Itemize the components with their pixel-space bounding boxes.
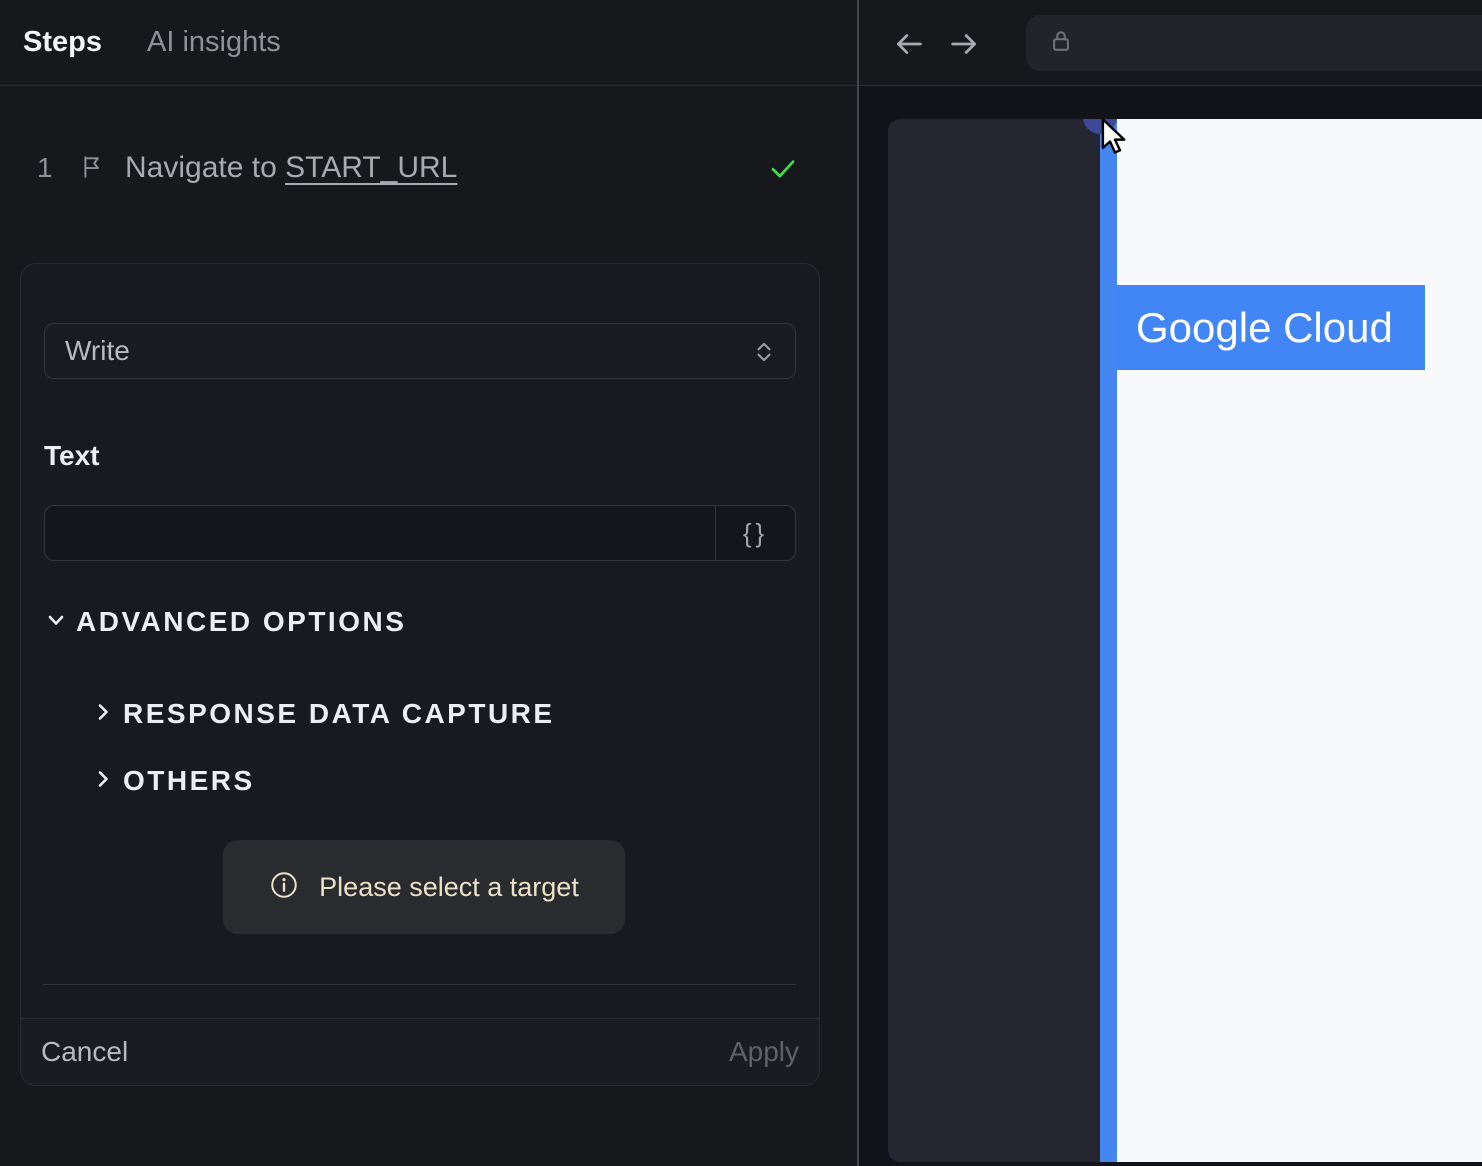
check-icon [768, 153, 798, 188]
chevron-right-icon [91, 767, 115, 796]
command-select[interactable]: Write [44, 323, 796, 379]
step-label: Navigate to START_URL [125, 151, 458, 184]
page-highlight-strip [1100, 119, 1117, 1162]
advanced-options-label: ADVANCED OPTIONS [76, 606, 407, 637]
advanced-options-toggle[interactable]: ADVANCED OPTIONS [44, 605, 406, 639]
apply-button[interactable]: Apply [729, 1036, 799, 1068]
google-cloud-link[interactable]: Google Cloud [1117, 285, 1425, 370]
tab-ai-insights[interactable]: AI insights [147, 26, 281, 59]
text-input[interactable] [44, 505, 716, 561]
chevron-down-icon [44, 608, 68, 637]
panel-divider [857, 0, 859, 1166]
others-toggle[interactable]: OTHERS [91, 764, 255, 798]
google-cloud-label: Google Cloud [1136, 303, 1393, 351]
arrow-right-icon[interactable] [947, 27, 981, 66]
response-data-capture-toggle[interactable]: RESPONSE DATA CAPTURE [91, 697, 555, 731]
cancel-button[interactable]: Cancel [41, 1036, 128, 1068]
select-target-hint: Please select a target [223, 840, 625, 934]
tab-steps[interactable]: Steps [23, 26, 102, 59]
response-data-capture-label: RESPONSE DATA CAPTURE [123, 698, 555, 729]
step-number: 1 [37, 152, 53, 183]
select-target-hint-text: Please select a target [319, 871, 579, 902]
step-row[interactable]: 1 Navigate to START_URL [0, 145, 858, 191]
flag-icon [80, 154, 106, 185]
text-input-group: {} [44, 505, 796, 561]
page-content-area [1117, 119, 1482, 1162]
command-select-value: Write [65, 335, 130, 366]
footer-divider [43, 984, 796, 985]
browser-panel: Google Cloud [858, 0, 1482, 1166]
chevrons-up-down-icon [751, 339, 777, 370]
left-tab-bar: Steps AI insights [0, 0, 858, 86]
info-icon [269, 870, 299, 905]
address-bar[interactable] [1026, 15, 1482, 71]
step-target-link: START_URL [285, 151, 458, 184]
editor-footer: Cancel Apply [21, 1018, 819, 1085]
chevron-right-icon [91, 700, 115, 729]
browser-toolbar [858, 0, 1482, 86]
text-field-label: Text [44, 440, 100, 471]
lock-icon [1046, 26, 1076, 61]
others-label: OTHERS [123, 765, 255, 796]
page-preview: Google Cloud [888, 119, 1482, 1162]
arrow-left-icon[interactable] [892, 27, 926, 66]
app-window: Steps AI insights 1 Navigate to START_UR… [0, 0, 1482, 1166]
insert-variable-button[interactable]: {} [716, 505, 796, 561]
steps-panel: Steps AI insights 1 Navigate to START_UR… [0, 0, 858, 1166]
step-editor-card: Write Text {} ADVANCED OPTIONS RESPONSE … [20, 263, 820, 1086]
cursor-arrow-icon [1099, 119, 1131, 160]
